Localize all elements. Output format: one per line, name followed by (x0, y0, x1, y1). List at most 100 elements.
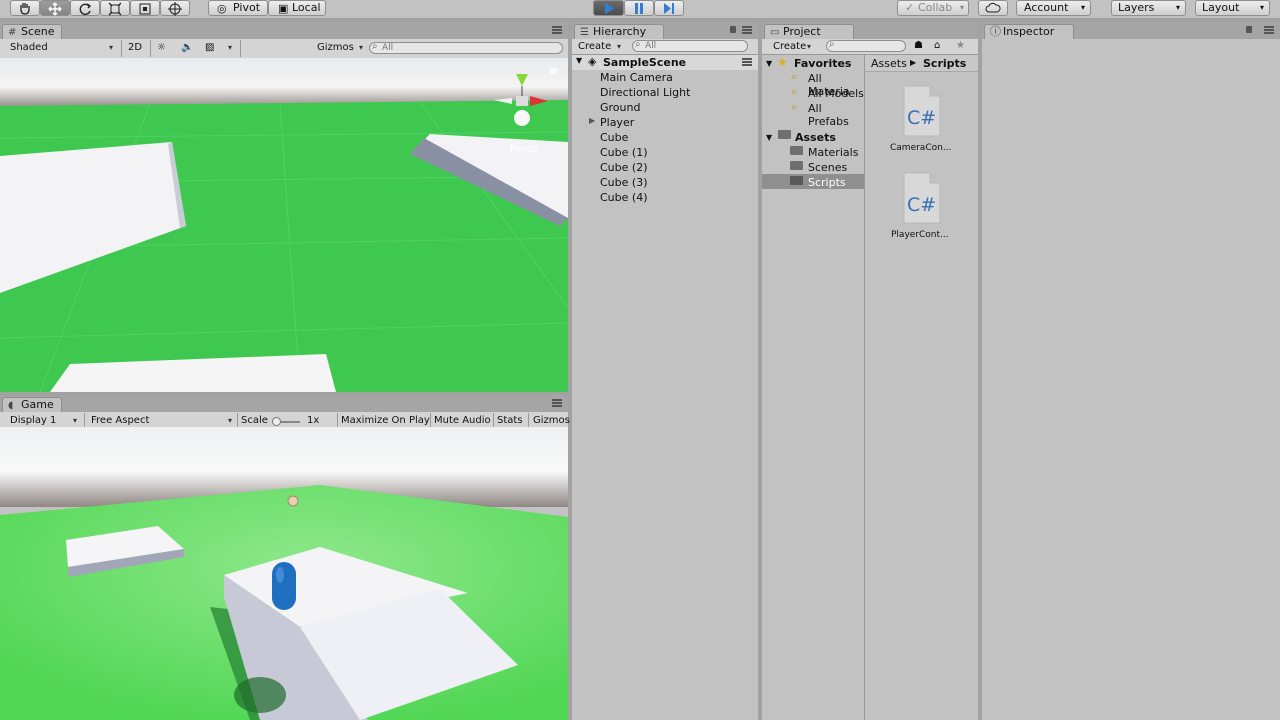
list-item[interactable]: Scenes (808, 161, 847, 174)
layout-label: Layout (1202, 1, 1240, 14)
rotate-tool-button[interactable] (70, 0, 100, 16)
info-icon: ⓘ (990, 25, 1001, 38)
collab-label: Collab (918, 1, 953, 14)
script-file-item[interactable]: C# CameraCon... (885, 85, 955, 155)
panel-menu-icon[interactable] (742, 26, 752, 34)
collab-dropdown[interactable]: ✓ Collab ▾ (897, 0, 969, 16)
lighting-toggle-icon[interactable]: ☼ (157, 41, 173, 55)
step-button[interactable] (654, 0, 684, 16)
scene-tab-bar: # Scene (0, 22, 568, 39)
mute-audio-toggle[interactable]: Mute Audio (434, 414, 491, 428)
list-item[interactable]: Directional Light (600, 86, 690, 99)
tab-hierarchy[interactable]: ☰ Hierarchy (574, 24, 664, 39)
pivot-toggle-button[interactable]: ◎ Pivot (208, 0, 268, 16)
slider-thumb[interactable] (272, 417, 281, 426)
shading-mode-dropdown[interactable]: Shaded (4, 41, 116, 55)
tab-scene[interactable]: # Scene (2, 24, 62, 39)
panel-menu-icon[interactable] (552, 26, 562, 34)
lock-icon[interactable] (730, 26, 736, 33)
list-item[interactable]: Materials (808, 146, 858, 159)
star-icon[interactable]: ★ (956, 39, 965, 53)
expand-arrow-icon[interactable]: ▼ (576, 56, 582, 65)
create-dropdown[interactable]: Create (768, 40, 814, 54)
favorites-label[interactable]: Favorites (794, 57, 851, 70)
tab-inspector[interactable]: ⓘ Inspector (984, 24, 1074, 39)
tab-hierarchy-label: Hierarchy (593, 25, 647, 38)
scene-panel: # Scene Shaded 2D ☼ 🔈 ▨ Gizmos All Persp (0, 22, 568, 392)
display-dropdown[interactable]: Display 1 (4, 414, 80, 428)
move-tool-button[interactable] (40, 0, 70, 16)
pivot-icon: ◎ (217, 2, 227, 15)
cloud-button[interactable] (978, 0, 1008, 16)
expand-arrow-icon[interactable]: ▼ (766, 59, 772, 68)
stats-toggle[interactable]: Stats (497, 414, 523, 428)
folder-icon (790, 146, 803, 155)
list-item[interactable]: All Prefabs (808, 102, 864, 128)
play-button[interactable] (593, 0, 624, 16)
label-tag-icon[interactable]: ⌂ (934, 39, 940, 53)
transform-tool-button[interactable] (160, 0, 190, 16)
list-item[interactable]: Main Camera (600, 71, 673, 84)
expand-arrow-icon[interactable]: ▶ (589, 116, 595, 125)
scene-search-input[interactable]: All (369, 42, 563, 54)
breadcrumb-root[interactable]: Assets (871, 57, 907, 70)
pause-icon (635, 3, 643, 14)
breadcrumb: Assets ▶ Scripts (865, 55, 978, 72)
hierarchy-search-input[interactable]: All (632, 40, 748, 52)
list-item[interactable]: Cube (4) (600, 191, 647, 204)
assets-label[interactable]: Assets (795, 131, 836, 144)
2d-toggle-button[interactable]: 2D (124, 41, 146, 55)
gizmos-toggle[interactable]: Gizmos (533, 414, 570, 428)
lock-icon[interactable] (1246, 26, 1252, 33)
list-item[interactable]: Cube (1) (600, 146, 647, 159)
script-file-item[interactable]: C# PlayerCont... (885, 172, 955, 242)
list-item[interactable]: Player (600, 116, 634, 129)
expand-arrow-icon[interactable]: ▼ (766, 133, 772, 142)
effects-dropdown[interactable]: ▨ (205, 41, 235, 55)
local-toggle-button[interactable]: ▣ Local (268, 0, 326, 16)
tab-game[interactable]: ◖ Game (2, 397, 62, 412)
breadcrumb-current[interactable]: Scripts (923, 57, 966, 70)
layout-dropdown[interactable]: Layout ▾ (1195, 0, 1270, 16)
project-search-input[interactable] (826, 40, 906, 52)
play-icon (604, 3, 614, 14)
scene-menu-icon[interactable] (742, 58, 752, 66)
csharp-label: C# (907, 107, 937, 129)
view-mode-label: Persp (510, 144, 538, 155)
list-item[interactable]: Cube (600, 131, 628, 144)
audio-toggle-icon[interactable]: 🔈 (181, 41, 197, 55)
list-item[interactable]: Cube (3) (600, 176, 647, 189)
list-item[interactable]: Ground (600, 101, 640, 114)
scene-viewport[interactable]: Persp (0, 58, 568, 392)
rect-tool-button[interactable] (130, 0, 160, 16)
layers-dropdown[interactable]: Layers ▾ (1111, 0, 1186, 16)
create-dropdown[interactable]: Create (578, 40, 624, 54)
maximize-on-play-toggle[interactable]: Maximize On Play (341, 414, 430, 428)
panel-menu-icon[interactable] (552, 399, 562, 407)
account-dropdown[interactable]: Account ▾ (1016, 0, 1091, 16)
project-folder-tree: ▼ ★ Favorites ⌕ All Materia ⌕ All Models… (762, 55, 865, 720)
chevron-down-icon: ▾ (1259, 3, 1264, 12)
game-viewport[interactable] (0, 427, 568, 720)
panel-menu-icon[interactable] (1264, 26, 1274, 34)
aspect-dropdown[interactable]: Free Aspect (87, 414, 235, 428)
shading-mode-label: Shaded (10, 42, 48, 53)
gizmos-label: Gizmos (317, 42, 354, 53)
tab-project[interactable]: ▭ Project (764, 24, 854, 39)
filter-type-icon[interactable]: ☗ (914, 39, 923, 53)
pacman-icon: ◖ (8, 400, 14, 411)
project-tab-bar: ▭ Project (762, 22, 978, 39)
scene-header-row[interactable]: ▼ ◈ SampleScene (572, 55, 758, 70)
hand-tool-button[interactable] (10, 0, 40, 16)
scale-slider[interactable] (272, 414, 300, 428)
list-item[interactable]: Scripts (808, 176, 846, 189)
player-capsule[interactable] (272, 562, 296, 610)
list-item[interactable]: Cube (2) (600, 161, 647, 174)
list-item[interactable]: All Models (808, 87, 864, 100)
lock-icon[interactable] (550, 68, 557, 74)
pause-button[interactable] (624, 0, 654, 16)
scale-tool-button[interactable] (100, 0, 130, 16)
rotate-icon (79, 3, 92, 16)
player-shadow (234, 677, 286, 713)
gizmos-dropdown[interactable]: Gizmos (314, 41, 366, 55)
